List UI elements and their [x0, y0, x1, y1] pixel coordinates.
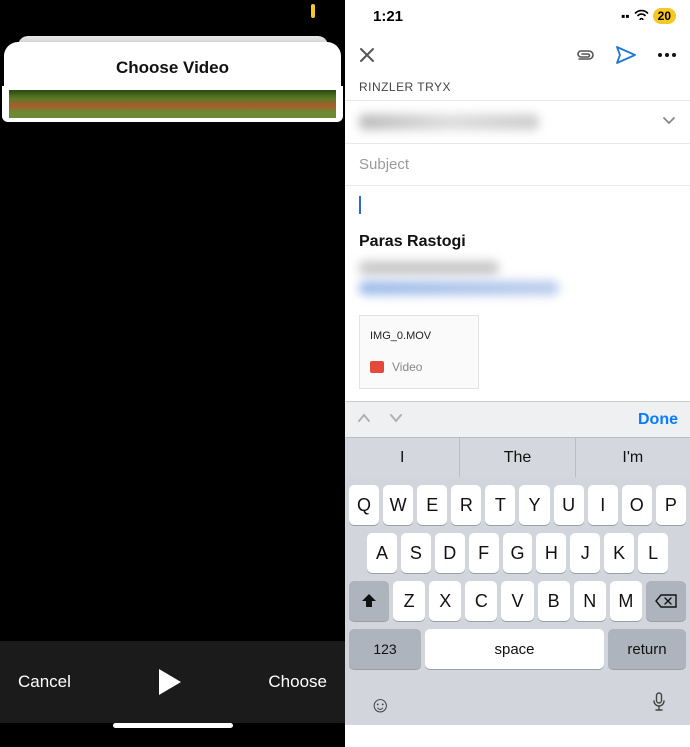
chevron-down-icon[interactable] — [662, 113, 676, 131]
compose-nav — [345, 28, 690, 74]
attachment-filename: IMG_0.MOV — [370, 330, 468, 342]
signature-blurred — [345, 259, 690, 315]
key-d[interactable]: D — [435, 533, 465, 573]
body-input[interactable] — [345, 186, 690, 227]
battery-indicator-icon — [311, 4, 315, 18]
key-s[interactable]: S — [401, 533, 431, 573]
sheet-title: Choose Video — [4, 42, 341, 86]
key-h[interactable]: H — [536, 533, 566, 573]
keyboard-accessory: Done — [345, 401, 690, 437]
signature-name: Paras Rastogi — [345, 227, 690, 259]
key-shift[interactable] — [349, 581, 389, 621]
key-v[interactable]: V — [501, 581, 533, 621]
key-i[interactable]: I — [588, 485, 618, 525]
key-w[interactable]: W — [383, 485, 413, 525]
key-return[interactable]: return — [608, 629, 686, 669]
status-bar-left — [0, 0, 345, 28]
key-b[interactable]: B — [538, 581, 570, 621]
key-a[interactable]: A — [367, 533, 397, 573]
cancel-button[interactable]: Cancel — [18, 672, 71, 692]
emoji-icon[interactable]: ☺ — [369, 692, 391, 718]
suggestion-2[interactable]: I'm — [575, 438, 690, 477]
prev-field-icon[interactable] — [357, 411, 371, 429]
keyboard-footer: ☺ — [345, 685, 690, 725]
video-picker-panel: Choose Video Cancel Choose — [0, 0, 345, 747]
signal-icon: ▪▪ — [621, 9, 630, 23]
to-row[interactable] — [345, 100, 690, 144]
key-g[interactable]: G — [503, 533, 533, 573]
choose-button[interactable]: Choose — [268, 672, 327, 692]
key-c[interactable]: C — [465, 581, 497, 621]
key-j[interactable]: J — [570, 533, 600, 573]
attachment-kind: Video — [392, 360, 422, 374]
dictation-icon[interactable] — [652, 692, 666, 718]
to-field-blurred — [359, 114, 539, 130]
next-field-icon[interactable] — [389, 411, 403, 429]
key-t[interactable]: T — [485, 485, 515, 525]
from-label: RINZLER TRYX — [345, 74, 690, 100]
wifi-icon — [634, 9, 649, 23]
key-m[interactable]: M — [610, 581, 642, 621]
play-icon[interactable] — [159, 669, 181, 695]
suggestion-0[interactable]: I — [345, 438, 459, 477]
key-p[interactable]: P — [656, 485, 686, 525]
subject-placeholder: Subject — [359, 156, 409, 173]
key-y[interactable]: Y — [519, 485, 549, 525]
more-icon[interactable] — [658, 53, 676, 57]
suggestion-bar: I The I'm — [345, 437, 690, 477]
done-button[interactable]: Done — [638, 411, 678, 429]
key-o[interactable]: O — [622, 485, 652, 525]
key-z[interactable]: Z — [393, 581, 425, 621]
key-k[interactable]: K — [604, 533, 634, 573]
key-space[interactable]: space — [425, 629, 604, 669]
home-indicator — [0, 723, 345, 747]
key-e[interactable]: E — [417, 485, 447, 525]
suggestion-1[interactable]: The — [459, 438, 574, 477]
compose-panel: 1:21 ▪▪ 20 RINZLER TRYX S — [345, 0, 690, 747]
keyboard: Q W E R T Y U I O P A S D F G H J K L Z — [345, 477, 690, 685]
battery-pill: 20 — [653, 8, 676, 24]
sheet-container: Choose Video — [0, 28, 345, 122]
subject-input[interactable]: Subject — [345, 144, 690, 186]
key-f[interactable]: F — [469, 533, 499, 573]
close-icon[interactable] — [359, 47, 375, 63]
key-backspace[interactable] — [646, 581, 686, 621]
key-q[interactable]: Q — [349, 485, 379, 525]
video-filmstrip[interactable] — [2, 86, 343, 122]
key-r[interactable]: R — [451, 485, 481, 525]
key-n[interactable]: N — [574, 581, 606, 621]
key-x[interactable]: X — [429, 581, 461, 621]
attachment-icon[interactable] — [574, 48, 594, 62]
key-u[interactable]: U — [554, 485, 584, 525]
video-file-icon — [370, 361, 384, 373]
attachment-card[interactable]: IMG_0.MOV Video — [359, 315, 479, 389]
bottom-toolbar: Cancel Choose — [0, 641, 345, 723]
status-bar-right: 1:21 ▪▪ 20 — [345, 0, 690, 28]
key-numbers[interactable]: 123 — [349, 629, 421, 669]
text-cursor — [359, 196, 361, 214]
key-l[interactable]: L — [638, 533, 668, 573]
send-icon[interactable] — [616, 46, 636, 64]
clock: 1:21 — [373, 8, 403, 25]
